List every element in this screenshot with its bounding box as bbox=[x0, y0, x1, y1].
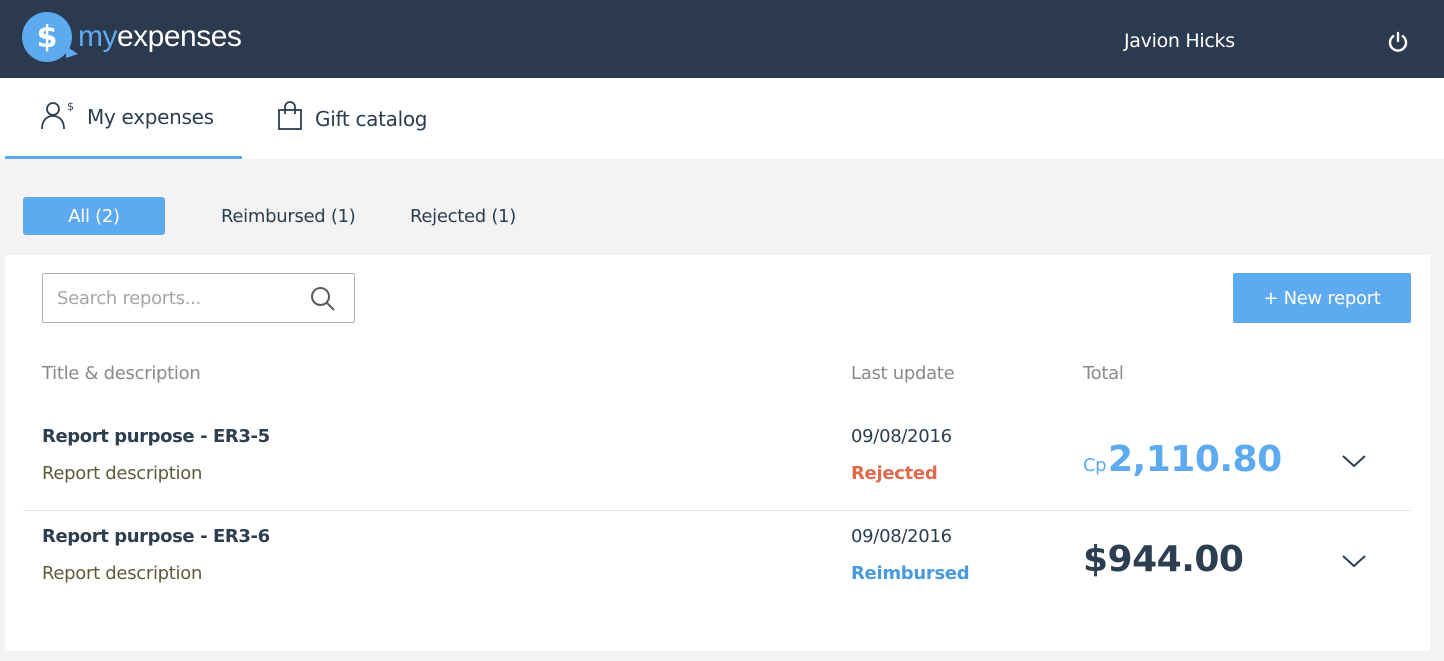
tab-label: My expenses bbox=[87, 105, 214, 129]
report-row[interactable]: Report purpose - ER3-5 Report descriptio… bbox=[23, 413, 1411, 511]
amount-value: 2,110.80 bbox=[1108, 439, 1282, 480]
main-tabs: $ My expenses Gift catalog bbox=[0, 78, 1444, 159]
status-badge: Reimbursed bbox=[851, 563, 970, 584]
tab-gift-catalog[interactable]: Gift catalog bbox=[277, 78, 427, 159]
user-name[interactable]: Javion Hicks bbox=[1124, 30, 1235, 52]
report-total: $944.00 bbox=[1083, 539, 1244, 580]
chevron-down-icon[interactable] bbox=[1341, 553, 1367, 569]
report-title[interactable]: Report purpose - ER3-6 bbox=[42, 526, 270, 547]
report-description: Report description bbox=[42, 463, 203, 484]
chevron-down-icon[interactable] bbox=[1341, 453, 1367, 469]
column-header-total[interactable]: Total bbox=[1083, 363, 1124, 384]
filter-rejected[interactable]: Rejected (1) bbox=[410, 197, 516, 235]
logo-text-expenses: expenses bbox=[117, 20, 242, 53]
column-header-title[interactable]: Title & description bbox=[42, 363, 201, 384]
reports-panel: + New report Title & description Last up… bbox=[5, 255, 1430, 651]
report-date: 09/08/2016 bbox=[851, 426, 952, 447]
report-total: Cp2,110.80 bbox=[1083, 439, 1282, 480]
currency-symbol: Cp bbox=[1083, 455, 1107, 476]
shopping-bag-icon bbox=[277, 101, 315, 136]
column-header-last-update[interactable]: Last update bbox=[851, 363, 955, 384]
svg-text:$: $ bbox=[67, 100, 74, 113]
search-input[interactable] bbox=[55, 274, 305, 322]
report-date: 09/08/2016 bbox=[851, 526, 952, 547]
new-report-button[interactable]: + New report bbox=[1233, 273, 1411, 323]
status-badge: Rejected bbox=[851, 463, 938, 484]
report-row[interactable]: Report purpose - ER3-6 Report descriptio… bbox=[23, 512, 1411, 612]
tab-label: Gift catalog bbox=[315, 106, 428, 131]
search-box bbox=[42, 273, 355, 323]
power-icon[interactable] bbox=[1386, 30, 1410, 54]
app-logo[interactable]: $ myexpenses bbox=[22, 12, 242, 62]
filter-all[interactable]: All (2) bbox=[23, 197, 165, 235]
report-description: Report description bbox=[42, 563, 203, 584]
user-dollar-icon: $ bbox=[41, 100, 87, 135]
search-icon[interactable] bbox=[310, 286, 336, 312]
filter-reimbursed[interactable]: Reimbursed (1) bbox=[221, 197, 356, 235]
tab-my-expenses[interactable]: $ My expenses bbox=[5, 78, 242, 159]
top-bar: $ myexpenses Javion Hicks bbox=[0, 0, 1444, 78]
logo-text: myexpenses bbox=[78, 20, 242, 53]
logo-text-my: my bbox=[78, 20, 118, 53]
report-title[interactable]: Report purpose - ER3-5 bbox=[42, 426, 270, 447]
dollar-bubble-icon: $ bbox=[22, 12, 78, 62]
